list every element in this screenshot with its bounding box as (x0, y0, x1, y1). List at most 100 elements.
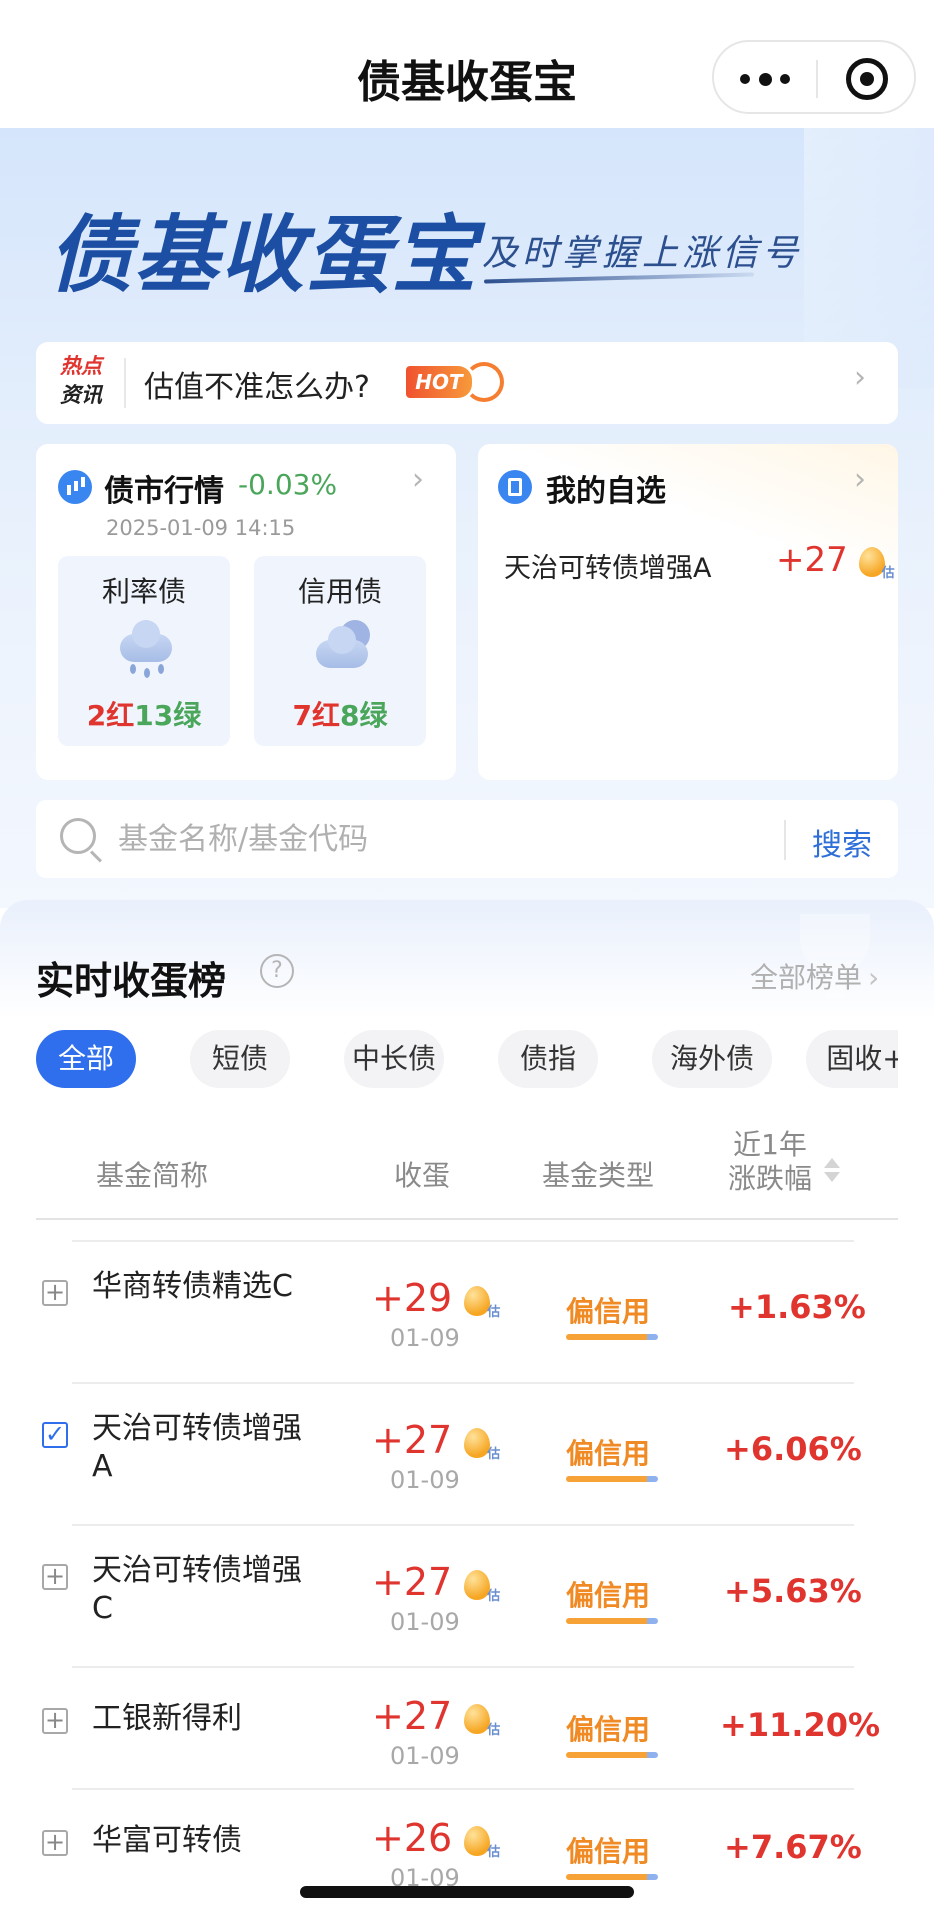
credit-bond-tile[interactable]: 信用债 7红8绿 (254, 556, 426, 746)
hero-slogan: 及时掌握上涨信号 (482, 233, 803, 274)
egg-date: 01-09 (390, 1608, 460, 1636)
estimate-label: 估 (487, 1722, 501, 1738)
fund-type-bar (566, 1752, 658, 1758)
fund-change: +11.20% (720, 1706, 881, 1744)
tab-fixed-income-plus[interactable]: 固收+ (806, 1030, 898, 1088)
flame-icon (464, 362, 504, 402)
fund-name: 华商转债精选C (92, 1269, 293, 1304)
fund-change: +5.63% (724, 1572, 862, 1610)
hero-logo-text: 债基收蛋宝 (48, 206, 479, 304)
home-indicator[interactable] (300, 1886, 634, 1898)
fund-change: +1.63% (728, 1288, 866, 1326)
add-watchlist-icon[interactable]: + (42, 1280, 68, 1306)
table-row[interactable]: + 华商转债精选C +29 估 01-09 偏信用 +1.63% (0, 1240, 934, 1382)
fund-type: 偏信用 (566, 1437, 651, 1470)
table-row[interactable]: ✓ 天治可转债增强A +27 估 01-09 偏信用 +6.06% (0, 1382, 934, 1524)
column-1y-change-l1: 近1年 (733, 1128, 807, 1161)
egg-icon: 估 (464, 1569, 500, 1604)
bond-market-card[interactable]: 债市行情 -0.03% › 2025-01-09 14:15 利率债 2红13绿… (36, 444, 456, 780)
green-count: 13绿 (134, 699, 202, 732)
sort-icon[interactable] (824, 1158, 840, 1184)
green-count: 8绿 (340, 699, 388, 732)
more-icon[interactable] (740, 67, 790, 91)
fund-name: 华富可转债 (92, 1823, 242, 1858)
egg-icon: 估 (858, 546, 895, 581)
mini-program-capsule (712, 40, 916, 114)
fund-type: 偏信用 (566, 1835, 651, 1868)
egg-value: +29 估 (372, 1276, 500, 1320)
watchlist-card[interactable]: 我的自选 › 天治可转债增强A +27 估 (478, 444, 898, 780)
red-count: 7红 (292, 699, 340, 732)
fund-type: 偏信用 (566, 1579, 651, 1612)
egg-number: +27 (372, 1694, 453, 1738)
watchlist-item-name[interactable]: 天治可转债增强A (504, 546, 711, 585)
egg-icon: 估 (464, 1825, 500, 1860)
tile-name: 信用债 (297, 575, 382, 608)
chevron-right-icon: › (412, 462, 424, 497)
hot-news-tag: 热点 资讯 (60, 352, 108, 410)
fund-name: 天治可转债增强C (92, 1553, 302, 1626)
ranking-title: 实时收蛋榜 (36, 959, 227, 1003)
add-watchlist-icon[interactable]: + (42, 1830, 68, 1856)
hero-section: 债基收蛋宝 及时掌握上涨信号 热点 资讯 估值不准怎么办? HOT › 债市行情… (0, 128, 934, 908)
fund-type: 偏信用 (566, 1713, 651, 1746)
table-row[interactable]: + 天治可转债增强C +27 估 01-09 偏信用 +5.63% (0, 1524, 934, 1666)
fund-type-bar (566, 1334, 658, 1340)
close-program-icon[interactable] (846, 58, 888, 100)
tile-count: 7红8绿 (254, 694, 426, 734)
chevron-right-icon: › (854, 462, 866, 497)
estimate-label: 估 (487, 1304, 501, 1320)
fund-type: 偏信用 (566, 1295, 651, 1328)
table-row[interactable]: + 工银新得利 +27 估 01-09 偏信用 +11.20% (0, 1666, 934, 1788)
estimate-label: 估 (487, 1588, 501, 1604)
search-bar: 搜索 (36, 800, 898, 878)
red-count: 2红 (86, 699, 135, 732)
egg-value: +26 估 (372, 1816, 500, 1860)
egg-value: +27 估 (372, 1694, 500, 1738)
egg-value: +27 (776, 540, 848, 580)
fund-name: 天治可转债增强A (92, 1411, 302, 1484)
column-fund-type: 基金类型 (542, 1159, 655, 1192)
table-header: 基金简称 收蛋 基金类型 近1年 涨跌幅 (36, 1122, 898, 1220)
estimate-label: 估 (881, 565, 895, 581)
tile-name: 利率债 (101, 575, 186, 608)
tab-overseas-bond[interactable]: 海外债 (652, 1030, 772, 1088)
hot-news-divider (124, 358, 126, 408)
all-rankings-link[interactable]: 全部榜单 › (750, 956, 879, 996)
fund-type-bar (566, 1618, 658, 1624)
checked-icon[interactable]: ✓ (42, 1422, 68, 1448)
market-change: -0.03% (238, 468, 338, 501)
help-icon[interactable]: ? (260, 954, 294, 988)
rate-bond-tile[interactable]: 利率债 2红13绿 (58, 556, 230, 746)
all-rankings-label: 全部榜单 (750, 961, 863, 994)
chevron-right-icon: › (854, 360, 866, 395)
estimate-label: 估 (487, 1844, 501, 1860)
chart-icon (58, 470, 92, 504)
chevron-right-icon: › (868, 961, 880, 994)
search-button[interactable]: 搜索 (812, 820, 872, 864)
cloudy-night-icon (310, 620, 372, 676)
egg-value: +27 估 (372, 1418, 500, 1462)
tab-mid-long-bond[interactable]: 中长债 (344, 1030, 444, 1088)
hot-tag-line2: 资讯 (60, 383, 102, 407)
tab-all[interactable]: 全部 (36, 1030, 136, 1088)
estimate-label: 估 (487, 1446, 501, 1462)
egg-icon: 估 (464, 1285, 500, 1320)
tab-bond-index[interactable]: 债指 (498, 1030, 598, 1088)
tab-short-bond[interactable]: 短债 (190, 1030, 290, 1088)
egg-date: 01-09 (390, 1742, 460, 1770)
search-input[interactable] (118, 818, 718, 860)
add-watchlist-icon[interactable]: + (42, 1564, 68, 1590)
search-divider (784, 820, 786, 860)
category-tabs: 全部 短债 中长债 债指 海外债 固收+ (36, 1030, 898, 1090)
fund-change: +7.67% (724, 1828, 862, 1866)
add-watchlist-icon[interactable]: + (42, 1708, 68, 1734)
column-1y-change-l2: 涨跌幅 (728, 1162, 813, 1195)
egg-number: +27 (372, 1418, 453, 1462)
hot-news-card[interactable]: 热点 资讯 估值不准怎么办? HOT › (36, 342, 898, 424)
egg-number: +27 (372, 1560, 453, 1604)
egg-icon: 估 (464, 1427, 500, 1462)
market-title: 债市行情 (104, 474, 224, 509)
column-1y-change[interactable]: 近1年 涨跌幅 (728, 1128, 812, 1196)
egg-value: +27 估 (372, 1560, 500, 1604)
